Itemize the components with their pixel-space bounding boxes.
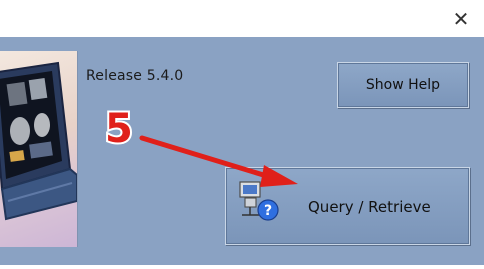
release-version-label: Release 5.4.0 — [86, 68, 184, 84]
network-computer-question-icon: ? — [238, 180, 280, 222]
title-bar: ✕ — [0, 0, 484, 37]
laptop-illustration — [0, 61, 77, 221]
svg-text:?: ? — [264, 203, 272, 219]
query-retrieve-button[interactable]: ? Query / Retrieve — [225, 167, 470, 245]
main-panel: Release 5.4.0 Show Help ? Query / Retrie… — [0, 37, 484, 265]
show-help-button[interactable]: Show Help — [337, 62, 469, 108]
product-preview-image — [0, 51, 78, 247]
close-icon: ✕ — [452, 7, 470, 31]
query-retrieve-label: Query / Retrieve — [308, 198, 431, 216]
close-button[interactable]: ✕ — [448, 6, 474, 32]
show-help-label: Show Help — [365, 77, 441, 93]
